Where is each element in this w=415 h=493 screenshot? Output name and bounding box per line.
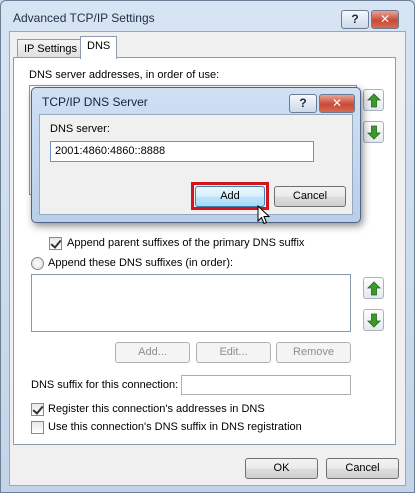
register-label: Register this connection's addresses in … — [48, 403, 265, 415]
append-parent-label: Append parent suffixes of the primary DN… — [67, 237, 305, 249]
arrow-down-icon — [367, 125, 381, 140]
modal-help-button[interactable]: ? — [289, 94, 317, 113]
suffix-remove-button[interactable]: Remove — [276, 342, 351, 363]
dns-server-dialog: TCP/IP DNS Server ? ✕ DNS server: 2001:4… — [31, 87, 361, 223]
move-up-button[interactable] — [363, 89, 384, 111]
arrow-down-icon — [367, 313, 381, 328]
append-these-label: Append these DNS suffixes (in order): — [48, 257, 234, 269]
arrow-up-icon — [367, 281, 381, 296]
move-down-button[interactable] — [363, 121, 384, 143]
append-these-radio[interactable] — [31, 257, 44, 270]
modal-add-button[interactable]: Add — [195, 186, 265, 207]
use-suffix-checkbox[interactable] — [31, 421, 44, 434]
dns-suffix-list[interactable] — [31, 274, 351, 332]
register-checkbox[interactable] — [31, 403, 44, 416]
help-button[interactable]: ? — [341, 10, 369, 29]
suffix-edit-button[interactable]: Edit... — [196, 342, 271, 363]
suffix-move-down-button[interactable] — [363, 309, 384, 331]
close-button[interactable]: ✕ — [371, 10, 399, 29]
append-parent-checkbox[interactable] — [49, 237, 62, 250]
use-suffix-label: Use this connection's DNS suffix in DNS … — [48, 421, 302, 433]
connection-suffix-input[interactable] — [181, 375, 351, 395]
title-bar[interactable]: Advanced TCP/IP Settings ? ✕ — [1, 1, 414, 31]
suffix-move-up-button[interactable] — [363, 277, 384, 299]
window-title: Advanced TCP/IP Settings — [13, 11, 155, 25]
modal-close-button[interactable]: ✕ — [319, 94, 355, 113]
modal-body: DNS server: 2001:4860:4860::8888 Add Can… — [39, 114, 353, 215]
suffix-add-button[interactable]: Add... — [115, 342, 190, 363]
modal-cancel-button[interactable]: Cancel — [274, 186, 346, 207]
dns-server-label: DNS server: — [50, 123, 110, 135]
mouse-cursor-icon — [257, 205, 271, 225]
advanced-tcpip-window: Advanced TCP/IP Settings ? ✕ IP Settings… — [0, 0, 415, 493]
tab-dns[interactable]: DNS — [80, 36, 118, 59]
dns-server-input[interactable]: 2001:4860:4860::8888 — [50, 141, 314, 162]
dns-servers-label: DNS server addresses, in order of use: — [29, 69, 220, 81]
connection-suffix-label: DNS suffix for this connection: — [31, 379, 179, 391]
cancel-button[interactable]: Cancel — [326, 458, 399, 479]
ok-button[interactable]: OK — [245, 458, 318, 479]
tab-ip-settings[interactable]: IP Settings — [17, 39, 84, 59]
arrow-up-icon — [367, 93, 381, 108]
modal-title: TCP/IP DNS Server — [42, 95, 148, 109]
